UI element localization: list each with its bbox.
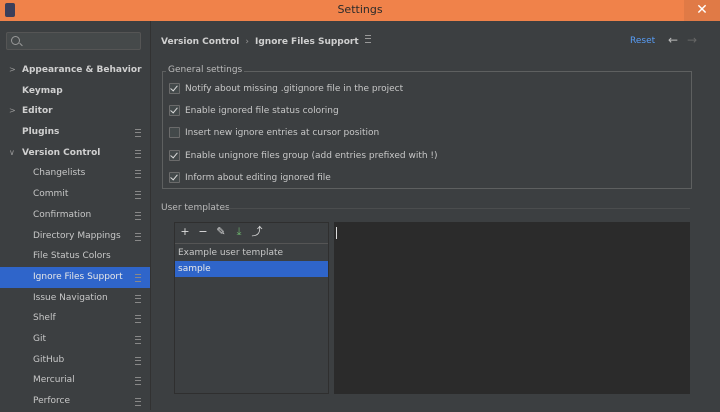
add-icon[interactable]: + [178,225,192,239]
breadcrumb-ignore-files-support: Ignore Files Support [255,37,359,47]
sidebar-item-keymap[interactable]: Keymap [0,81,150,102]
breadcrumb: Version Control › Ignore Files Support [161,35,371,47]
chevron-right-icon: > [9,106,16,116]
settings-tree: > Appearance & Behavior Keymap > Editor … [0,60,150,412]
user-templates-label: User templates [161,203,230,213]
list-item[interactable]: sample [175,261,328,277]
sidebar-item-plugins[interactable]: Plugins [0,122,150,143]
general-settings-title: General settings [166,65,245,75]
window-title: Settings [337,3,383,16]
sidebar-item-changelists[interactable]: Changelists [0,163,150,184]
edit-icon[interactable]: ✎ [214,225,228,239]
forward-arrow-icon[interactable]: → [687,33,697,47]
notify-missing-gitignore-option[interactable]: Notify about missing .gitignore file in … [169,83,403,97]
section-divider [221,208,690,209]
settings-sidebar: > Appearance & Behavior Keymap > Editor … [0,21,151,410]
project-scope-icon [135,335,141,344]
sidebar-item-label: Confirmation [33,209,92,220]
sidebar-item-label: Issue Navigation [33,292,108,303]
sidebar-item-label: File Status Colors [33,251,111,262]
reset-link[interactable]: Reset [630,36,655,46]
import-icon[interactable]: ⤓ [232,225,246,239]
checkbox[interactable] [169,172,180,183]
checkbox[interactable] [169,150,180,161]
insert-at-cursor-option[interactable]: Insert new ignore entries at cursor posi… [169,127,379,141]
project-scope-icon [135,232,141,241]
sidebar-item-label: Version Control [22,147,101,158]
project-scope-icon [135,273,141,282]
inform-editing-ignored-option[interactable]: Inform about editing ignored file [169,172,331,186]
sidebar-item-label: Appearance & Behavior [22,65,142,75]
chevron-down-icon: ∨ [9,147,15,157]
sidebar-item-issue-navigation[interactable]: Issue Navigation [0,288,150,309]
sidebar-item-perforce[interactable]: Perforce [0,391,150,412]
sidebar-item-file-status-colors[interactable]: File Status Colors [0,246,150,267]
option-label: Enable ignored file status coloring [185,106,339,116]
sidebar-item-label: Mercurial [33,375,75,386]
project-scope-icon [135,377,141,386]
checkbox[interactable] [169,83,180,94]
template-editor[interactable] [334,222,690,394]
project-scope-icon [135,149,141,158]
sidebar-item-label: Shelf [33,313,56,324]
sidebar-item-git[interactable]: Git [0,329,150,350]
chevron-right-icon: > [9,65,16,74]
templates-list-panel: + − ✎ ⤓ ⤴ Example user template sample [174,222,329,394]
text-caret [336,227,337,239]
project-scope-icon [364,35,371,43]
sidebar-item-mercurial[interactable]: Mercurial [0,370,150,391]
option-label: Insert new ignore entries at cursor posi… [185,128,380,138]
sidebar-item-label: Directory Mappings [33,230,121,241]
search-input[interactable] [6,32,141,50]
sidebar-item-label: Ignore Files Support [33,271,123,282]
sidebar-item-commit[interactable]: Commit [0,184,150,205]
project-scope-icon [135,398,141,406]
project-scope-icon [135,211,141,220]
sidebar-item-editor[interactable]: > Editor [0,101,150,122]
option-label: Notify about missing .gitignore file in … [185,84,404,94]
checkbox[interactable] [169,127,180,138]
sidebar-item-confirmation[interactable]: Confirmation [0,205,150,226]
sidebar-item-label: Changelists [33,168,86,179]
enable-ignored-coloring-option[interactable]: Enable ignored file status coloring [169,105,339,119]
sidebar-item-label: Commit [33,189,69,200]
project-scope-icon [135,191,141,200]
project-scope-icon [135,315,141,324]
project-scope-icon [135,170,141,179]
back-arrow-icon[interactable]: ← [668,33,678,47]
sidebar-item-version-control[interactable]: ∨ Version Control [0,143,150,164]
sidebar-item-label: Editor [22,106,53,117]
sidebar-item-ignore-files-support[interactable]: Ignore Files Support [0,266,150,288]
search-icon [11,36,20,45]
breadcrumb-version-control[interactable]: Version Control [161,37,239,47]
close-icon[interactable]: ✕ [684,0,720,21]
project-scope-icon [135,294,141,303]
sidebar-item-shelf[interactable]: Shelf [0,308,150,329]
sidebar-item-github[interactable]: GitHub [0,350,150,371]
sidebar-item-appearance-behavior[interactable]: > Appearance & Behavior [0,60,150,81]
general-settings-group: General settings Notify about missing .g… [162,65,692,189]
sidebar-item-label: Keymap [22,85,63,96]
sidebar-item-label: GitHub [33,354,65,365]
enable-unignore-group-option[interactable]: Enable unignore files group (add entries… [169,150,438,164]
settings-content: Version Control › Ignore Files Support Res… [151,21,720,410]
option-label: Enable unignore files group (add entries… [185,151,438,161]
project-scope-icon [135,356,141,365]
remove-icon[interactable]: − [196,225,210,239]
title-bar: Settings ✕ [0,0,720,21]
breadcrumb-separator: › [245,37,249,47]
sidebar-item-label: Git [33,333,47,344]
sidebar-item-label: Plugins [22,127,60,138]
templates-toolbar: + − ✎ ⤓ ⤴ [175,223,328,244]
option-label: Inform about editing ignored file [185,173,331,183]
sidebar-item-directory-mappings[interactable]: Directory Mappings [0,226,150,247]
templates-list: Example user template sample [175,245,328,277]
list-item[interactable]: Example user template [175,245,328,261]
checkbox[interactable] [169,105,180,116]
export-icon[interactable]: ⤴ [250,225,264,239]
project-scope-icon [135,129,141,138]
sidebar-item-label: Perforce [33,396,71,406]
